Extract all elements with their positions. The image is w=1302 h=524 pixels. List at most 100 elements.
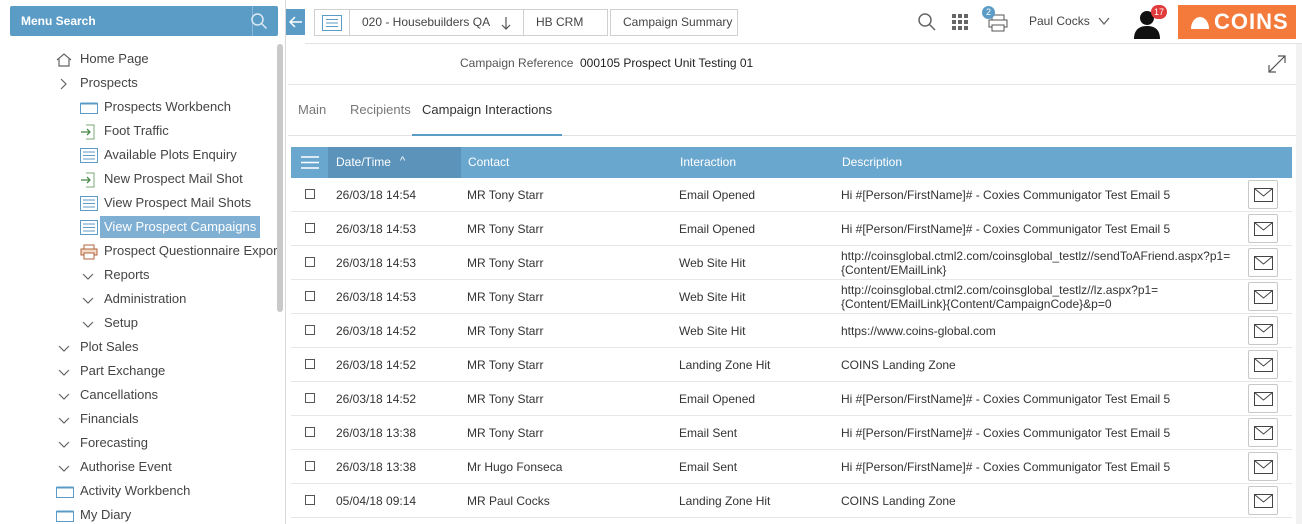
view-email-button[interactable]: [1248, 452, 1278, 481]
menu-search[interactable]: Menu Search: [10, 6, 278, 36]
sidebar-item-label: Available Plots Enquiry: [104, 147, 237, 162]
column-header-description[interactable]: Description: [842, 155, 902, 169]
table-row[interactable]: 26/03/18 14:52 MR Tony Starr Web Site Hit h…: [291, 314, 1292, 348]
table-row[interactable]: 26/03/18 14:53 MR Tony Starr Web Site Hit h…: [291, 280, 1292, 314]
user-name[interactable]: Paul Cocks: [1029, 14, 1090, 28]
row-checkbox[interactable]: [305, 189, 315, 199]
sidebar: Menu Search Home Page Prospects Prospects …: [0, 0, 286, 524]
sidebar-item-view-prospect-campaigns[interactable]: View Prospect Campaigns: [80, 216, 278, 238]
sidebar-item-setup[interactable]: Setup: [80, 312, 278, 334]
list-icon: [80, 148, 98, 163]
cell-interaction: Web Site Hit: [679, 290, 746, 304]
column-header-contact[interactable]: Contact: [468, 155, 509, 169]
sidebar-item-reports[interactable]: Reports: [80, 264, 278, 286]
cell-interaction: Landing Zone Hit: [679, 494, 771, 508]
envelope-icon: [1254, 494, 1273, 508]
sidebar-item-plot-sales[interactable]: Plot Sales: [56, 336, 278, 358]
cell-description: http://coinsglobal.ctml2.com/coinsglobal…: [841, 249, 1230, 277]
sidebar-item-view-prospect-mail-shots[interactable]: View Prospect Mail Shots: [80, 192, 278, 214]
row-checkbox[interactable]: [305, 393, 315, 403]
sidebar-item-part-exchange[interactable]: Part Exchange: [56, 360, 278, 382]
coins-logo: COINS: [1178, 5, 1296, 39]
tab-main[interactable]: Main: [298, 102, 326, 136]
column-header-datetime[interactable]: Date/Time ^: [328, 147, 461, 178]
apps-grid-icon[interactable]: [952, 14, 968, 30]
list-icon: [80, 196, 98, 211]
breadcrumb-page[interactable]: Campaign Summary: [610, 9, 738, 36]
view-email-button[interactable]: [1248, 350, 1278, 379]
row-checkbox[interactable]: [305, 291, 315, 301]
print-queue-button[interactable]: 2: [982, 6, 1010, 36]
view-email-button[interactable]: [1248, 418, 1278, 447]
description-line-1: Hi #[Person/FirstName]# - Coxies Communi…: [841, 222, 1171, 236]
view-email-button[interactable]: [1248, 214, 1278, 243]
user-avatar[interactable]: 17: [1130, 5, 1167, 39]
description-line-1: Hi #[Person/FirstName]# - Coxies Communi…: [841, 392, 1171, 406]
sidebar-item-prospects-workbench[interactable]: Prospects Workbench: [80, 96, 278, 118]
sidebar-item-forecasting[interactable]: Forecasting: [56, 432, 278, 454]
cell-datetime: 26/03/18 14:53: [336, 290, 417, 304]
table-row[interactable]: 26/03/18 14:52 MR Tony Starr Email Opened H…: [291, 382, 1292, 416]
table-row[interactable]: 26/03/18 14:52 MR Tony Starr Landing Zone …: [291, 348, 1292, 382]
sidebar-item-available-plots-enquiry[interactable]: Available Plots Enquiry: [80, 144, 278, 166]
table-row[interactable]: 26/03/18 14:53 MR Tony Starr Web Site Hit h…: [291, 246, 1292, 280]
view-email-button[interactable]: [1248, 248, 1278, 277]
chevron-down-icon[interactable]: [1098, 17, 1110, 25]
view-email-button[interactable]: [1248, 180, 1278, 209]
breadcrumb-module-label: HB CRM: [536, 15, 584, 29]
row-checkbox[interactable]: [305, 359, 315, 369]
table-row[interactable]: 26/03/18 14:53 MR Tony Starr Email Opened H…: [291, 212, 1292, 246]
row-checkbox[interactable]: [305, 427, 315, 437]
view-email-button[interactable]: [1248, 384, 1278, 413]
sidebar-item-activity-workbench[interactable]: Activity Workbench: [56, 480, 278, 502]
collapse-sidebar-button[interactable]: [286, 9, 305, 35]
cell-contact: MR Tony Starr: [467, 324, 544, 338]
sidebar-item-administration[interactable]: Administration: [80, 288, 278, 310]
sidebar-item-authorise-event[interactable]: Authorise Event: [56, 456, 278, 478]
sidebar-item-cancellations[interactable]: Cancellations: [56, 384, 278, 406]
cell-datetime: 26/03/18 14:53: [336, 256, 417, 270]
table-row[interactable]: 26/03/18 13:38 MR Tony Starr Email Sent Hi …: [291, 416, 1292, 450]
sidebar-item-label: Part Exchange: [80, 363, 166, 378]
row-checkbox[interactable]: [305, 223, 315, 233]
column-chooser-button[interactable]: [291, 147, 328, 178]
row-checkbox[interactable]: [305, 461, 315, 471]
view-email-button[interactable]: [1248, 282, 1278, 311]
table-row[interactable]: 05/04/18 09:14 MR Paul Cocks Landing Zone …: [291, 484, 1292, 518]
sidebar-item-foot-traffic[interactable]: Foot Traffic: [80, 120, 278, 142]
sidebar-item-prospects[interactable]: Prospects: [56, 72, 278, 94]
description-line-1: https://www.coins-global.com: [841, 324, 996, 338]
breadcrumb-module[interactable]: HB CRM: [523, 9, 608, 36]
cell-datetime: 26/03/18 14:52: [336, 392, 417, 406]
expand-icon[interactable]: [1266, 53, 1288, 75]
sidebar-scrollbar[interactable]: [277, 44, 283, 312]
row-checkbox[interactable]: [305, 325, 315, 335]
table-row[interactable]: 26/03/18 14:54 MR Tony Starr Email Opened H…: [291, 178, 1292, 212]
sidebar-item-new-prospect-mail-shot[interactable]: New Prospect Mail Shot: [80, 168, 278, 190]
column-header-interaction[interactable]: Interaction: [680, 155, 736, 169]
sidebar-item-label: New Prospect Mail Shot: [104, 171, 243, 186]
cell-contact: MR Tony Starr: [467, 392, 544, 406]
search-icon[interactable]: [917, 12, 937, 32]
breadcrumb-company[interactable]: 020 - Housebuilders QA: [349, 9, 524, 36]
workbench-icon: [80, 100, 98, 114]
content-scrollbar[interactable]: [1296, 44, 1302, 524]
sidebar-item-prospect-questionnaire-expor[interactable]: Prospect Questionnaire Expor: [80, 240, 278, 262]
tab-recipients[interactable]: Recipients: [350, 102, 411, 136]
cell-datetime: 26/03/18 14:53: [336, 222, 417, 236]
menu-list-button[interactable]: [314, 9, 350, 36]
view-email-button[interactable]: [1248, 316, 1278, 345]
tab-campaign-interactions[interactable]: Campaign Interactions: [412, 102, 563, 136]
cell-datetime: 26/03/18 13:38: [336, 460, 417, 474]
description-line-1: Hi #[Person/FirstName]# - Coxies Communi…: [841, 460, 1171, 474]
search-icon[interactable]: [250, 12, 268, 30]
description-line-1: http://coinsglobal.ctml2.com/coinsglobal…: [841, 283, 1159, 297]
sidebar-item-my-diary[interactable]: My Diary: [56, 504, 278, 524]
row-checkbox[interactable]: [305, 257, 315, 267]
sidebar-item-home-page[interactable]: Home Page: [56, 48, 278, 70]
row-checkbox[interactable]: [305, 495, 315, 505]
view-email-button[interactable]: [1248, 486, 1278, 515]
table-row[interactable]: 26/03/18 13:38 Mr Hugo Fonseca Email Sent H…: [291, 450, 1292, 484]
sidebar-item-financials[interactable]: Financials: [56, 408, 278, 430]
chevron-down-icon: [56, 388, 72, 402]
